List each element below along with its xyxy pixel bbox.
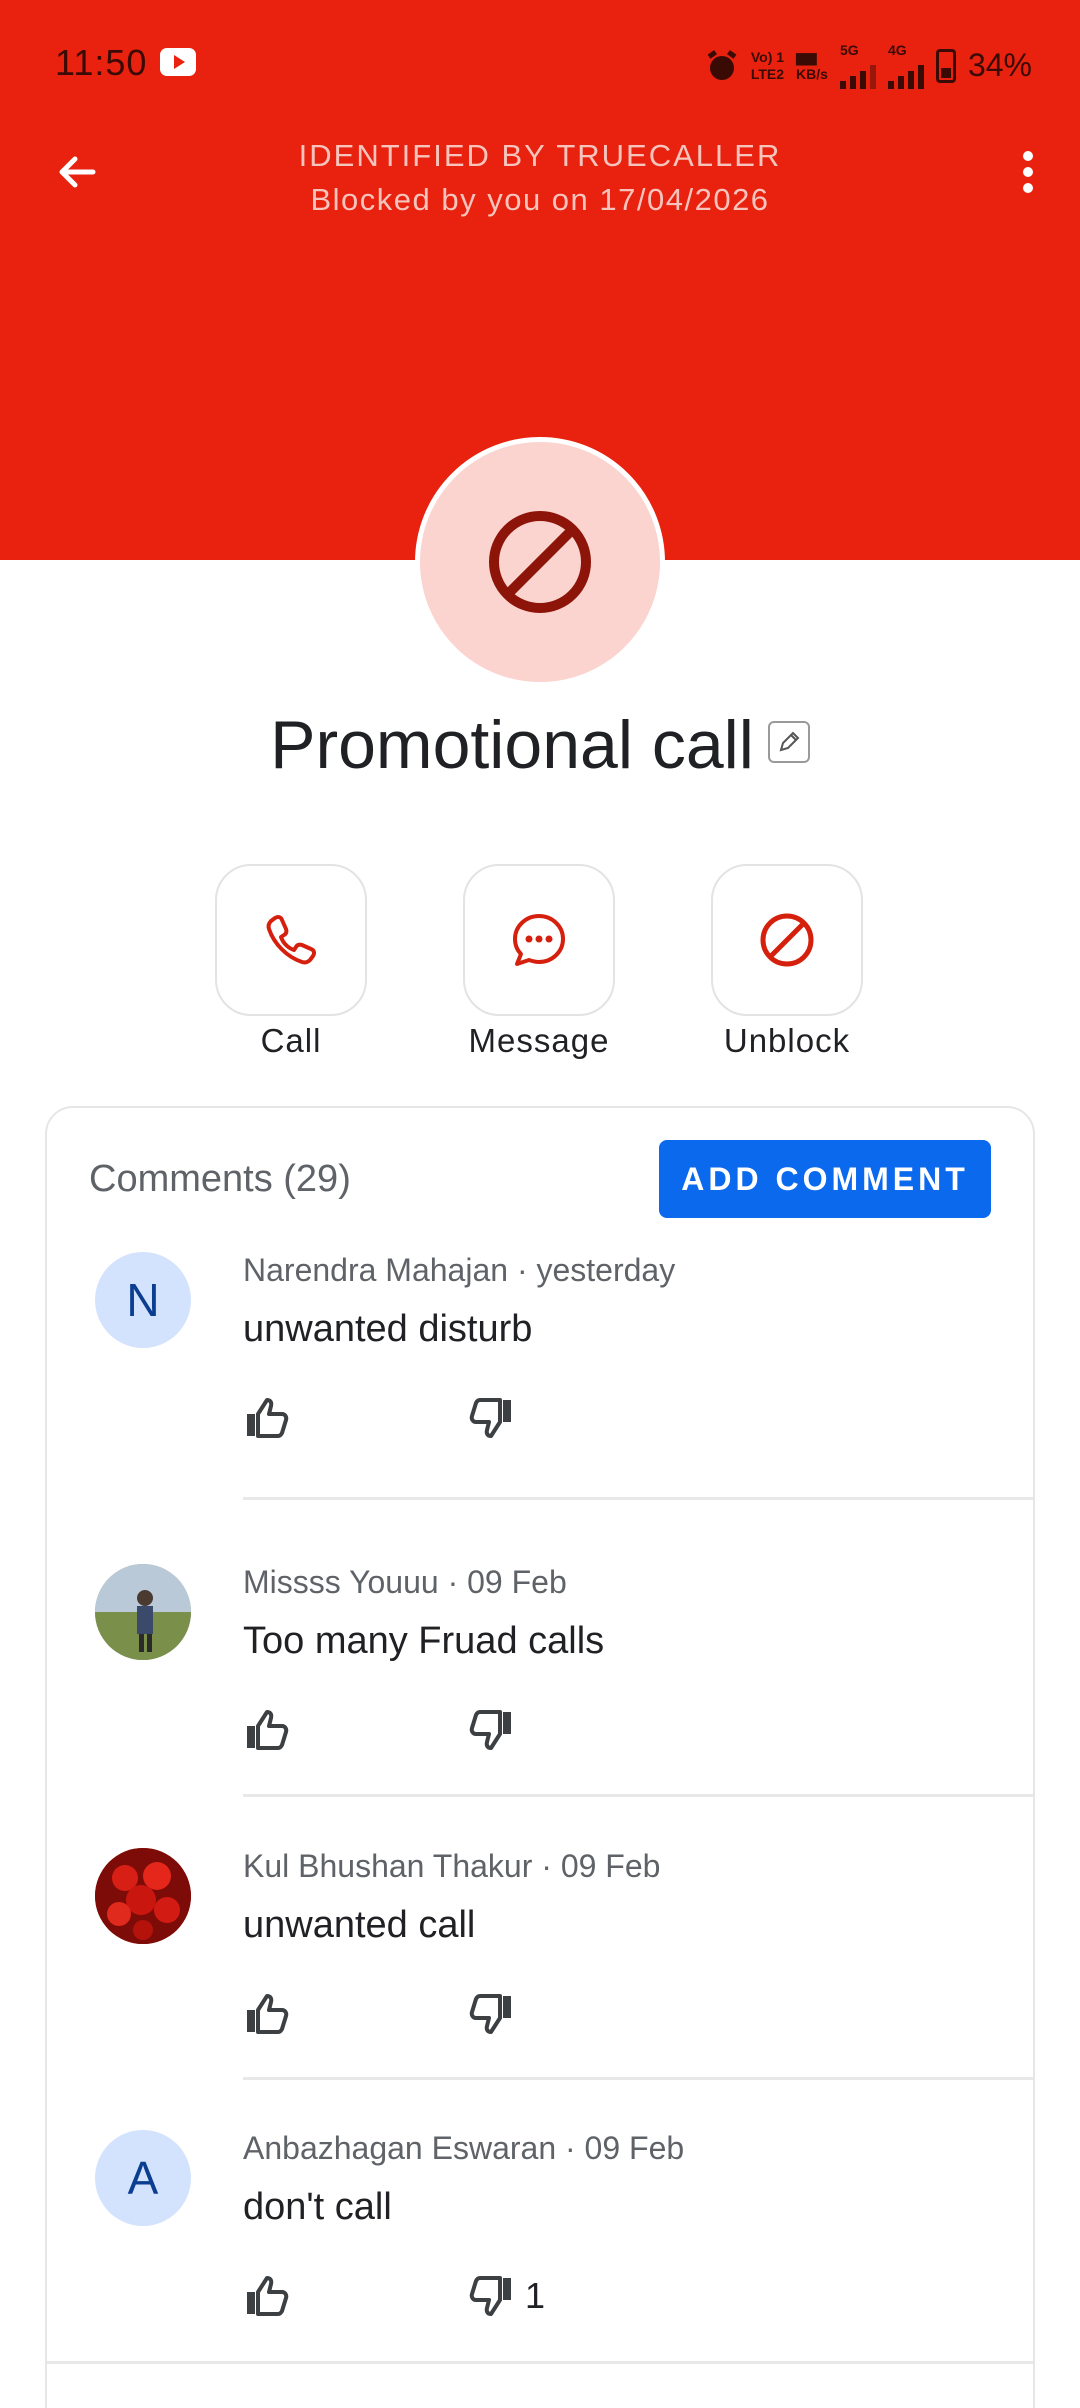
comment-meta: Kul Bhushan Thakur · 09 Feb bbox=[243, 1848, 661, 1884]
status-time: 11:50 bbox=[55, 42, 148, 83]
data-speed-indicator: ▆▆ KB/s bbox=[796, 48, 828, 82]
status-icons: Vo) 1 LTE2 ▆▆ KB/s 5G 4G 34% bbox=[705, 42, 1032, 89]
thumbs-down-icon bbox=[469, 1710, 511, 1750]
thumbs-up-icon bbox=[247, 1398, 289, 1438]
battery-icon bbox=[935, 48, 956, 83]
commenter-avatar bbox=[95, 1564, 191, 1660]
signal-bars-icon bbox=[887, 59, 924, 89]
blocked-icon bbox=[489, 511, 591, 613]
like-button[interactable] bbox=[243, 2272, 291, 2320]
dislike-button[interactable] bbox=[467, 1990, 525, 2038]
alarm-icon bbox=[705, 49, 739, 83]
dislike-button[interactable] bbox=[467, 1706, 525, 1754]
comment-meta: Anbazhagan Eswaran · 09 Feb bbox=[243, 2130, 685, 2166]
like-button[interactable] bbox=[243, 1706, 291, 1754]
message-button[interactable] bbox=[463, 864, 615, 1016]
comment-divider bbox=[47, 2361, 1033, 2364]
thumbs-down-icon bbox=[469, 1398, 511, 1438]
identified-by-label: IDENTIFIED BY TRUECALLER bbox=[298, 138, 782, 173]
thumbs-down-icon bbox=[469, 1994, 511, 2034]
dislike-button[interactable] bbox=[467, 1394, 525, 1442]
comment-divider bbox=[243, 1794, 1033, 1797]
commenter-avatar bbox=[95, 1848, 191, 1944]
unblock-action[interactable]: Unblock bbox=[687, 864, 887, 1060]
lte-label: LTE2 bbox=[750, 65, 785, 82]
more-options-button[interactable] bbox=[996, 140, 1060, 204]
dislike-button[interactable]: 1 bbox=[467, 2272, 545, 2320]
more-vert-icon bbox=[1023, 151, 1033, 193]
like-button[interactable] bbox=[243, 1394, 291, 1442]
message-label: Message bbox=[468, 1022, 610, 1059]
thumbs-up-icon bbox=[247, 1994, 289, 2034]
roses-photo-icon bbox=[95, 1848, 191, 1944]
unblock-label: Unblock bbox=[723, 1022, 851, 1059]
call-label: Call bbox=[260, 1022, 322, 1059]
phone-icon bbox=[266, 914, 317, 965]
comment-meta: Missss Youuu · 09 Feb bbox=[243, 1564, 567, 1600]
5g-label: 5G bbox=[839, 42, 859, 58]
volte-label: Vo) 1 bbox=[750, 48, 785, 65]
profile-photo-icon bbox=[95, 1564, 191, 1660]
add-comment-button[interactable]: ADD COMMENT bbox=[659, 1140, 991, 1218]
comment-divider bbox=[243, 1497, 1033, 1500]
thumbs-down-icon bbox=[469, 2276, 511, 2316]
edit-name-button[interactable] bbox=[767, 721, 810, 763]
comments-card: Comments (29) ADD COMMENT N Narendra Mah… bbox=[45, 1106, 1035, 2408]
action-buttons: Call Message Unblock bbox=[0, 864, 1080, 1064]
comment-divider bbox=[243, 2077, 1033, 2080]
pencil-icon bbox=[779, 731, 800, 752]
blocked-date-label: Blocked by you on 17/04/2026 bbox=[310, 182, 770, 217]
signal-4g: 4G bbox=[887, 42, 924, 89]
comment-text: unwanted disturb bbox=[243, 1308, 533, 1350]
contact-name-row: Promotional call bbox=[0, 700, 1080, 790]
block-icon bbox=[760, 913, 814, 967]
commenter-avatar: A bbox=[95, 2130, 191, 2226]
youtube-notification-icon bbox=[160, 48, 196, 76]
speed-unit-label: KB/s bbox=[796, 65, 828, 82]
signal-5g: 5G bbox=[839, 42, 876, 89]
comment-meta: Narendra Mahajan · yesterday bbox=[243, 1252, 676, 1288]
unblock-button[interactable] bbox=[711, 864, 863, 1016]
comments-title: Comments (29) bbox=[89, 1158, 351, 1200]
commenter-avatar: N bbox=[95, 1252, 191, 1348]
4g-label: 4G bbox=[887, 42, 907, 58]
comment-text: unwanted call bbox=[243, 1904, 476, 1946]
thumbs-up-icon bbox=[247, 1710, 289, 1750]
comment-text: Too many Fruad calls bbox=[243, 1620, 605, 1662]
chat-bubble-icon bbox=[513, 914, 565, 966]
signal-bars-icon bbox=[839, 59, 876, 89]
message-action[interactable]: Message bbox=[439, 864, 639, 1060]
call-action[interactable]: Call bbox=[191, 864, 391, 1060]
dislike-count: 1 bbox=[525, 2275, 546, 2316]
contact-name: Promotional call bbox=[270, 707, 754, 783]
status-bar: 11:50 Vo) 1 LTE2 ▆▆ KB/s 5G 4G 34% bbox=[0, 0, 1080, 128]
call-button[interactable] bbox=[215, 864, 367, 1016]
comment-text: don't call bbox=[243, 2186, 392, 2228]
thumbs-up-icon bbox=[247, 2276, 289, 2316]
volte-indicator: Vo) 1 LTE2 bbox=[751, 49, 784, 83]
contact-avatar bbox=[415, 437, 665, 687]
like-button[interactable] bbox=[243, 1990, 291, 2038]
battery-level: 34% bbox=[967, 47, 1032, 83]
